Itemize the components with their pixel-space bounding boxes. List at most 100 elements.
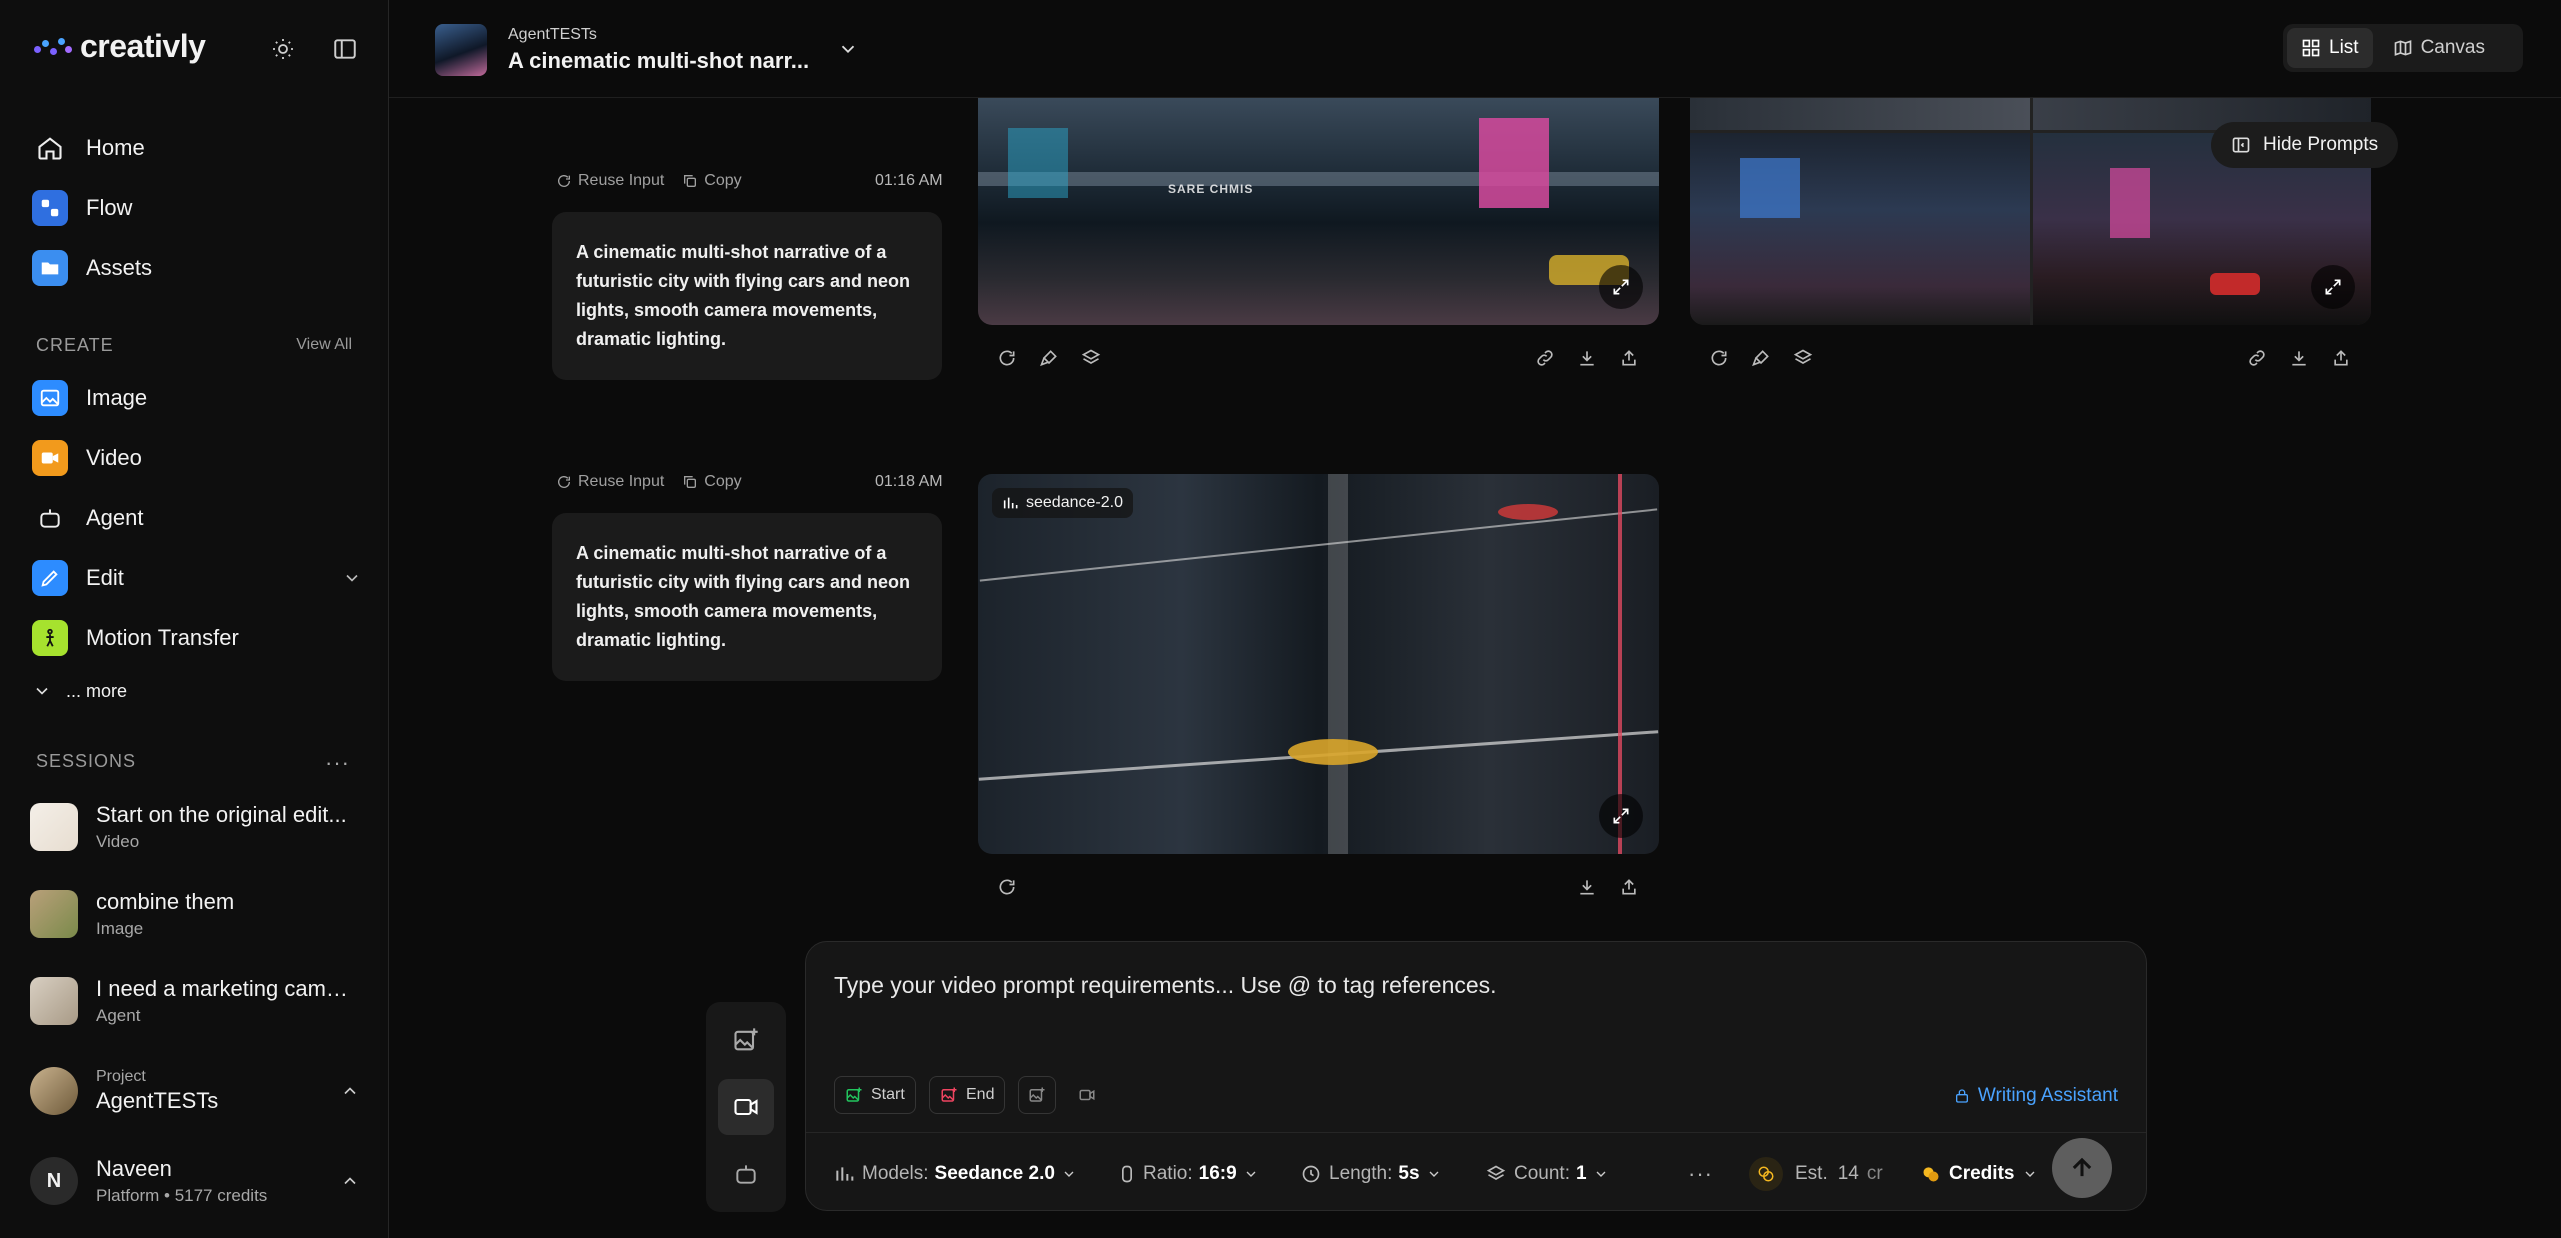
image-mode-button[interactable] — [718, 1012, 774, 1068]
session-thumbnail — [30, 977, 78, 1025]
nav-agent[interactable]: Agent — [32, 488, 362, 548]
start-frame-chip[interactable]: Start — [834, 1076, 916, 1114]
media-actions — [1705, 344, 2355, 374]
project-name: AgentTESTs — [96, 1088, 219, 1113]
add-image-reference-button[interactable] — [1018, 1076, 1056, 1114]
session-item[interactable]: combine them Image — [30, 879, 360, 949]
nav-assets[interactable]: Assets — [32, 238, 362, 298]
brush-icon[interactable] — [1747, 344, 1775, 372]
robot-icon — [32, 500, 68, 536]
pen-icon — [32, 560, 68, 596]
download-icon[interactable] — [1573, 344, 1601, 372]
length-selector[interactable]: Length: 5s — [1301, 1152, 1442, 1196]
view-list-button[interactable]: List — [2287, 28, 2373, 68]
expand-button[interactable] — [2311, 265, 2355, 309]
generated-video-thumbnail[interactable]: SARE CHMIS — [978, 98, 1659, 325]
share-icon[interactable] — [1615, 344, 1643, 372]
length-label: Length: — [1329, 1163, 1393, 1184]
theme-toggle-sun-icon[interactable] — [268, 34, 298, 64]
regenerate-icon[interactable] — [993, 344, 1021, 372]
nav-image[interactable]: Image — [32, 368, 362, 428]
chevron-down-icon[interactable] — [837, 38, 859, 60]
prompt-card: A cinematic multi-shot narrative of a fu… — [552, 513, 942, 681]
copy-label: Copy — [704, 172, 742, 189]
copy-icon — [684, 476, 697, 488]
session-title: Start on the original edit... — [96, 802, 347, 827]
media-actions — [993, 873, 1643, 903]
session-thumbnail — [435, 24, 487, 76]
user-credits: Platform • 5177 credits — [96, 1186, 268, 1205]
entry-meta: Reuse Input Copy 01:18 AM — [556, 473, 946, 491]
nav-edit[interactable]: Edit — [32, 548, 362, 608]
expand-icon — [1613, 808, 1629, 824]
copy-button[interactable]: Copy — [682, 473, 742, 491]
video-mode-button[interactable] — [718, 1079, 774, 1135]
chevron-down-icon — [1596, 1171, 1606, 1177]
add-video-reference-button[interactable] — [1068, 1076, 1106, 1114]
bar-chart-icon — [1003, 497, 1018, 509]
link-icon[interactable] — [2243, 344, 2271, 372]
expand-button[interactable] — [1599, 265, 1643, 309]
nav-motion-transfer[interactable]: Motion Transfer — [32, 608, 362, 668]
session-title: combine them — [96, 889, 235, 914]
video-icon — [32, 440, 68, 476]
writing-assistant-button[interactable]: Writing Assistant — [1954, 1085, 2118, 1107]
session-item[interactable]: I need a marketing camp... Agent — [30, 966, 360, 1036]
view-list-label: List — [2329, 37, 2359, 58]
send-button[interactable] — [2052, 1138, 2112, 1198]
nav-home[interactable]: Home — [32, 118, 362, 178]
expand-icon — [2325, 279, 2341, 295]
nav-video-label: Video — [86, 445, 142, 470]
regenerate-icon[interactable] — [1705, 344, 1733, 372]
ratio-icon — [1122, 1165, 1132, 1183]
download-icon[interactable] — [1573, 873, 1601, 901]
models-label: Models: — [862, 1163, 929, 1184]
layers-icon[interactable] — [1077, 344, 1105, 372]
nav-video[interactable]: Video — [32, 428, 362, 488]
view-all-link[interactable]: View All — [296, 336, 352, 354]
regenerate-icon[interactable] — [993, 873, 1021, 901]
hide-prompts-label: Hide Prompts — [2263, 134, 2379, 155]
session-thumbnail — [30, 803, 78, 851]
refresh-icon — [558, 175, 570, 187]
expand-button[interactable] — [1599, 794, 1643, 838]
project-switcher[interactable]: Project AgentTESTs — [30, 1056, 360, 1126]
generated-video-thumbnail[interactable]: seedance-2.0 — [978, 474, 1659, 854]
sidebar-collapse-icon[interactable] — [330, 34, 360, 64]
view-canvas-button[interactable]: Canvas — [2379, 28, 2499, 68]
sessions-more-icon[interactable]: ··· — [325, 750, 350, 776]
session-item[interactable]: Start on the original edit... Video — [30, 792, 360, 862]
map-icon — [2394, 40, 2411, 56]
end-frame-chip[interactable]: End — [929, 1076, 1006, 1114]
brush-icon[interactable] — [1035, 344, 1063, 372]
sessions-section-label: SESSIONS — [36, 751, 137, 771]
reuse-input-label: Reuse Input — [578, 473, 665, 490]
agent-mode-button[interactable] — [718, 1146, 774, 1202]
credits-selector[interactable]: Credits — [1921, 1152, 2038, 1196]
share-icon[interactable] — [2327, 344, 2355, 372]
prompt-input[interactable]: Type your video prompt requirements... U… — [834, 972, 1497, 999]
user-menu[interactable]: N Naveen Platform • 5177 credits — [30, 1146, 360, 1216]
nav-flow[interactable]: Flow — [32, 178, 362, 238]
ratio-selector[interactable]: Ratio: 16:9 — [1117, 1152, 1259, 1196]
nav-more[interactable]: ... more — [32, 668, 362, 714]
more-options-icon[interactable]: ··· — [1688, 1152, 1713, 1196]
chevron-down-icon — [2025, 1171, 2035, 1177]
count-selector[interactable]: Count: 1 — [1486, 1152, 1609, 1196]
copy-button[interactable]: Copy — [682, 172, 742, 190]
header-session-title[interactable]: A cinematic multi-shot narr... — [508, 48, 809, 74]
link-icon[interactable] — [1531, 344, 1559, 372]
model-selector[interactable]: Models: Seedance 2.0 — [834, 1152, 1077, 1196]
reuse-input-label: Reuse Input — [578, 172, 665, 189]
app-logo[interactable]: creativly — [34, 28, 206, 65]
est-label: Est. — [1795, 1163, 1828, 1184]
layers-icon[interactable] — [1789, 344, 1817, 372]
reuse-input-button[interactable]: Reuse Input — [556, 473, 664, 491]
header-project-name: AgentTESTs — [508, 26, 597, 43]
reuse-input-button[interactable]: Reuse Input — [556, 172, 664, 190]
model-badge-label: seedance-2.0 — [1026, 494, 1123, 511]
hide-prompts-button[interactable]: Hide Prompts — [2211, 122, 2399, 168]
share-icon[interactable] — [1615, 873, 1643, 901]
download-icon[interactable] — [2285, 344, 2313, 372]
entry-meta: Reuse Input Copy 01:16 AM — [556, 172, 946, 190]
